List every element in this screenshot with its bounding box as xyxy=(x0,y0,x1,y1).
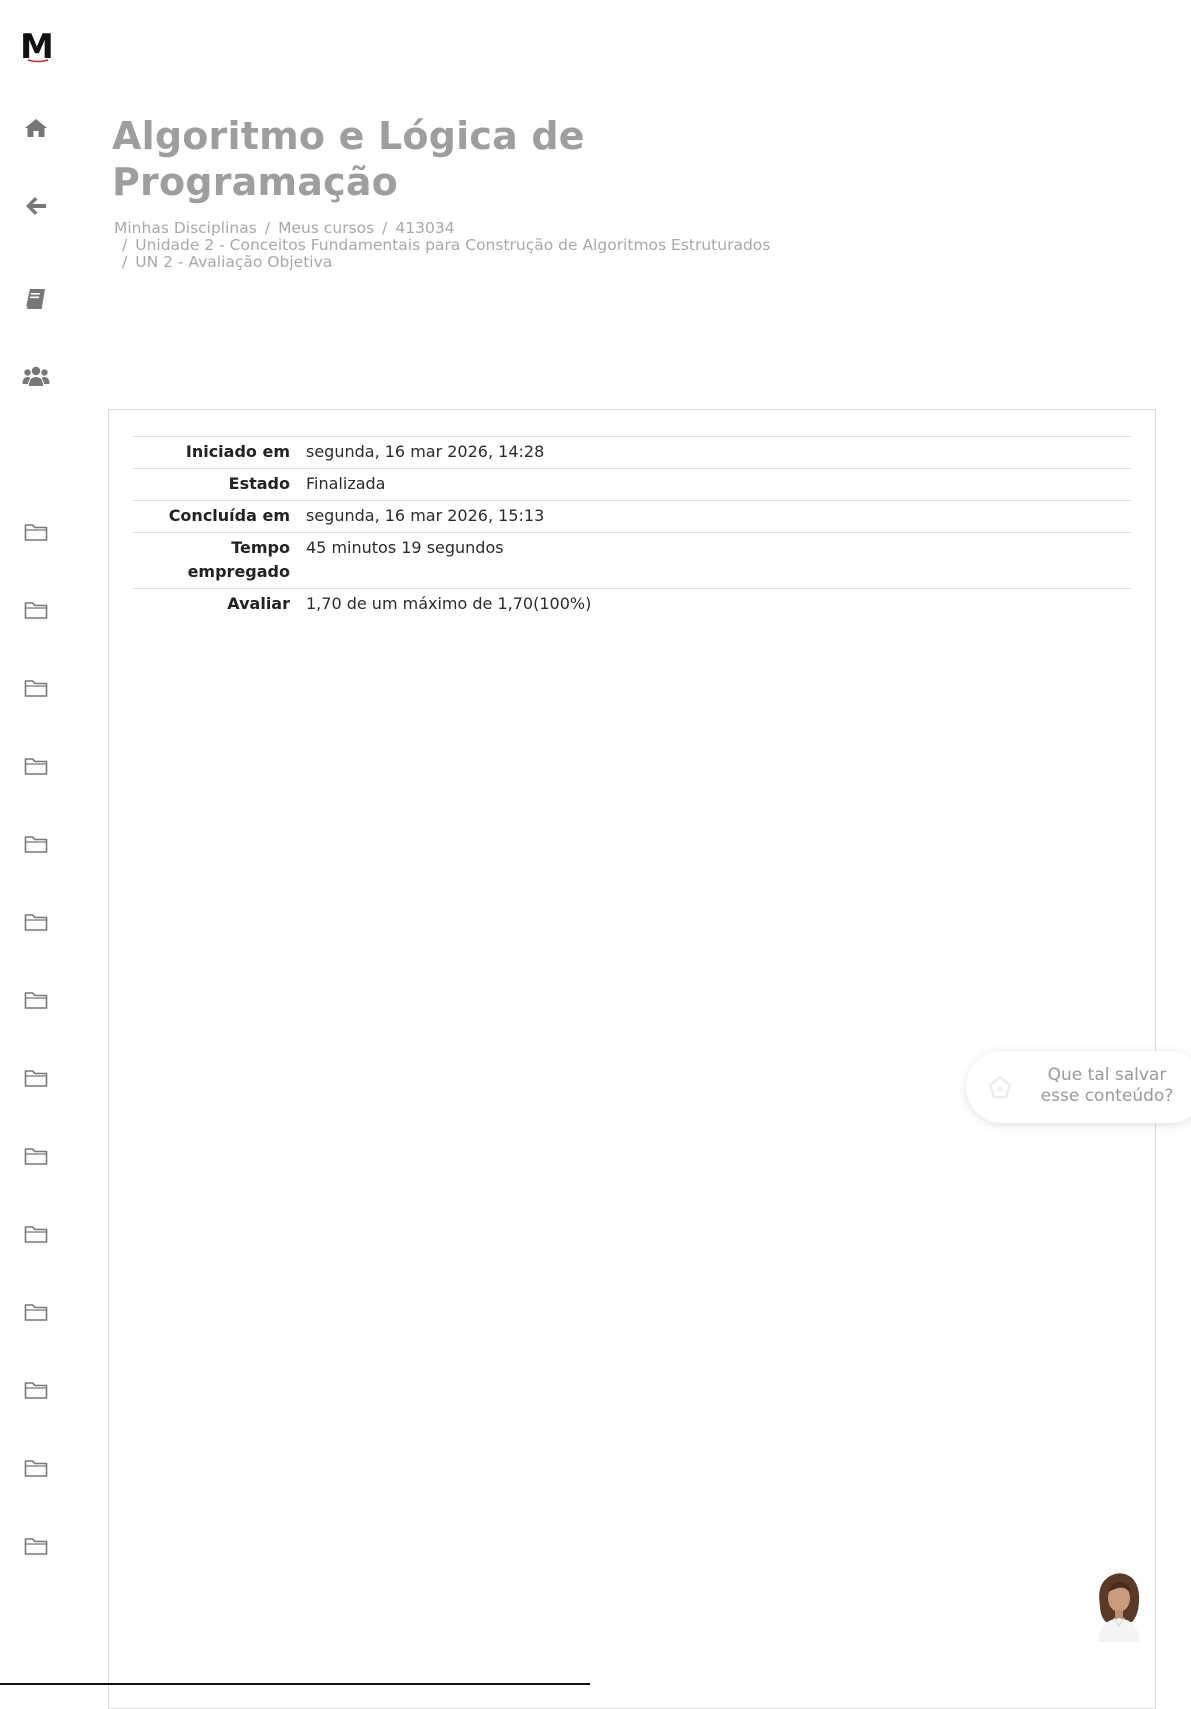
folder-icon[interactable] xyxy=(22,1376,50,1404)
folder-icon[interactable] xyxy=(22,752,50,780)
breadcrumb: Minhas Disciplinas / Meus cursos/413034 /U… xyxy=(114,220,770,271)
users-icon[interactable] xyxy=(22,362,50,390)
breadcrumb-separator: / xyxy=(382,219,388,237)
back-arrow-icon[interactable] xyxy=(22,192,50,220)
brand-logo[interactable]: M xyxy=(18,27,58,67)
row-label: Tempo empregado xyxy=(187,538,290,581)
folder-icon[interactable] xyxy=(22,1220,50,1248)
folder-icon[interactable] xyxy=(22,1064,50,1092)
breadcrumb-separator: / xyxy=(264,219,271,237)
table-row: Tempo empregado 45 minutos 19 segundos xyxy=(133,532,1131,589)
folder-icon[interactable] xyxy=(22,1298,50,1326)
folder-icon[interactable] xyxy=(22,1454,50,1482)
assistant-avatar[interactable] xyxy=(1090,1566,1148,1642)
folder-icon[interactable] xyxy=(22,674,50,702)
breadcrumb-separator: / xyxy=(122,253,128,271)
folder-icon[interactable] xyxy=(22,1142,50,1170)
row-value: segunda, 16 mar 2026, 15:13 xyxy=(306,506,545,525)
breadcrumb-separator: / xyxy=(122,236,128,254)
attempt-summary-table: Iniciado em segunda, 16 mar 2026, 14:28 … xyxy=(133,436,1131,620)
folder-icon[interactable] xyxy=(22,986,50,1014)
folder-icon[interactable] xyxy=(22,1532,50,1560)
bookmark-icon xyxy=(986,1073,1014,1101)
breadcrumb-link-unit[interactable]: Unidade 2 - Conceitos Fundamentais para … xyxy=(135,236,770,254)
row-label: Concluída em xyxy=(168,506,290,525)
svg-text:M: M xyxy=(20,28,54,64)
row-label: Avaliar xyxy=(227,594,290,613)
row-label: Estado xyxy=(228,474,290,493)
row-value: 45 minutos 19 segundos xyxy=(306,538,504,557)
row-label: Iniciado em xyxy=(185,442,290,461)
row-value: segunda, 16 mar 2026, 14:28 xyxy=(306,442,545,461)
row-value: Finalizada xyxy=(306,474,386,493)
folder-icon[interactable] xyxy=(22,908,50,936)
table-row: Concluída em segunda, 16 mar 2026, 15:13 xyxy=(133,500,1131,533)
breadcrumb-link-minhas-disciplinas[interactable]: Minhas Disciplinas xyxy=(114,219,257,237)
breadcrumb-link-meus-cursos[interactable]: Meus cursos xyxy=(278,219,374,237)
save-content-label: Que tal salvar esse conteúdo? xyxy=(1040,1065,1174,1106)
table-row: Estado Finalizada xyxy=(133,468,1131,501)
folder-icon[interactable] xyxy=(22,596,50,624)
book-icon[interactable] xyxy=(22,285,50,313)
save-content-button[interactable]: Que tal salvar esse conteúdo? xyxy=(966,1051,1191,1123)
page-title: Algoritmo e Lógica de Programação xyxy=(112,114,585,204)
table-row: Avaliar 1,70 de um máximo de 1,70(100%) xyxy=(133,588,1131,621)
sidebar: M xyxy=(0,0,76,1685)
folder-icon[interactable] xyxy=(22,830,50,858)
table-row: Iniciado em segunda, 16 mar 2026, 14:28 xyxy=(133,436,1131,469)
breadcrumb-link-course-id[interactable]: 413034 xyxy=(395,219,454,237)
home-icon[interactable] xyxy=(22,114,50,142)
row-value: 1,70 de um máximo de 1,70(100%) xyxy=(306,594,592,613)
breadcrumb-link-quiz[interactable]: UN 2 - Avaliação Objetiva xyxy=(135,253,332,271)
folder-icon[interactable] xyxy=(22,518,50,546)
